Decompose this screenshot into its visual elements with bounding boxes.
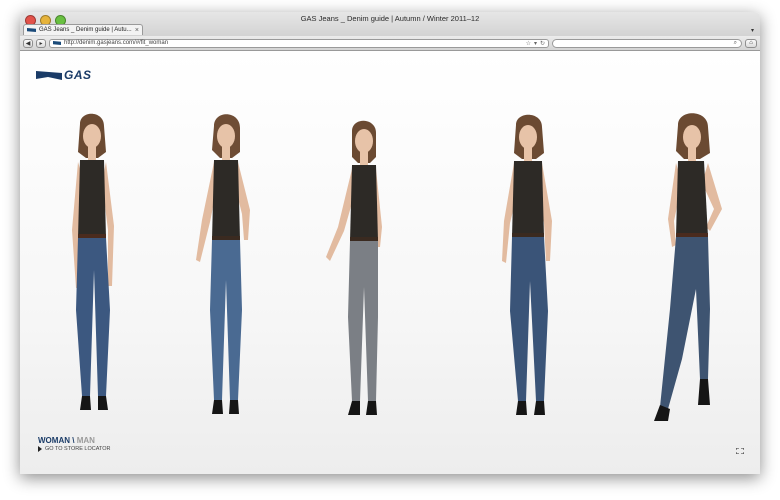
fullscreen-icon[interactable]: [736, 448, 744, 454]
back-icon: ◀: [25, 40, 31, 47]
back-button[interactable]: ◀: [23, 38, 33, 48]
gas-logo[interactable]: GAS: [36, 68, 92, 82]
address-bar[interactable]: http://denim.gasjeans.com/#/fit_woman ☆ …: [49, 38, 549, 48]
gender-switch: WOMAN \ MAN: [38, 436, 111, 445]
home-button[interactable]: ⌂: [745, 38, 757, 48]
model-3[interactable]: [320, 117, 402, 422]
play-arrow-icon: [38, 446, 42, 452]
separator: \: [72, 436, 75, 445]
tab-label: GAS Jeans _ Denim guide | Autu...: [39, 27, 132, 33]
home-icon: ⌂: [749, 40, 753, 46]
window-title: GAS Jeans _ Denim guide | Autumn / Winte…: [300, 14, 480, 23]
gas-swallow-icon: [36, 71, 62, 80]
page-content: GAS WOMAN \ MAN GO TO STORE LOCATOR: [20, 51, 760, 474]
woman-link[interactable]: WOMAN: [38, 436, 70, 445]
model-2[interactable]: [188, 110, 266, 420]
model-1[interactable]: [58, 110, 130, 420]
gas-favicon-icon: [53, 41, 61, 45]
address-url: http://denim.gasjeans.com/#/fit_woman: [64, 40, 169, 46]
navigation-bar: ◀ ▸ http://denim.gasjeans.com/#/fit_woma…: [20, 36, 760, 50]
model-4[interactable]: [490, 111, 566, 421]
gender-nav: WOMAN \ MAN GO TO STORE LOCATOR: [38, 436, 111, 452]
tab-close-icon[interactable]: ×: [135, 27, 139, 34]
bookmark-star-icon[interactable]: ☆: [526, 40, 531, 47]
gas-favicon-icon: [27, 28, 36, 32]
title-bar: GAS Jeans _ Denim guide | Autumn / Winte…: [20, 12, 760, 51]
tab-list-icon[interactable]: ▾: [751, 27, 754, 34]
forward-button[interactable]: ▸: [36, 38, 46, 48]
forward-icon: ▸: [39, 40, 43, 47]
reload-icon[interactable]: ↻: [540, 40, 545, 47]
search-icon: ⌕: [733, 39, 737, 46]
store-locator-link[interactable]: GO TO STORE LOCATOR: [38, 446, 111, 452]
logo-text: GAS: [64, 68, 92, 82]
dropdown-icon[interactable]: ▾: [534, 40, 537, 47]
model-5[interactable]: [638, 109, 738, 421]
store-locator-label: GO TO STORE LOCATOR: [45, 446, 111, 452]
browser-window: GAS Jeans _ Denim guide | Autumn / Winte…: [20, 12, 760, 474]
browser-tab[interactable]: GAS Jeans _ Denim guide | Autu... ×: [23, 24, 143, 35]
search-input[interactable]: ⌕: [552, 38, 742, 48]
man-link[interactable]: MAN: [77, 436, 95, 445]
